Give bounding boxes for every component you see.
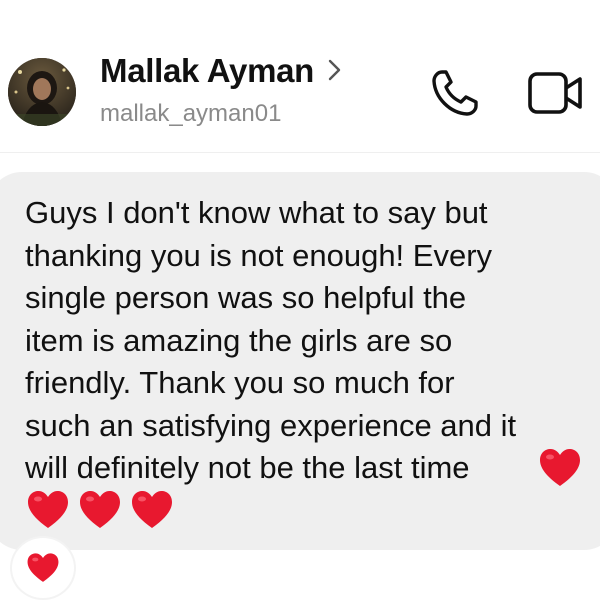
phone-icon [432, 70, 478, 116]
video-camera-icon [528, 72, 582, 114]
video-call-button[interactable] [526, 68, 586, 118]
red-heart-icon [130, 488, 174, 532]
chat-header: Mallak Ayman mallak_ayman01 [0, 0, 600, 153]
message-text: Guys I don't know what to say but thanki… [25, 195, 517, 485]
hearts-line [26, 488, 174, 532]
contact-username: mallak_ayman01 [100, 100, 282, 127]
message-reaction[interactable] [10, 536, 76, 600]
call-button[interactable] [428, 66, 482, 120]
red-heart-icon [27, 553, 59, 582]
dm-screen: Mallak Ayman mallak_ayman01 Guys I don't… [0, 0, 600, 600]
avatar-image [8, 58, 76, 126]
chevron-right-icon [328, 59, 342, 86]
contact-name: Mallak Ayman [100, 52, 315, 89]
avatar[interactable] [8, 58, 76, 126]
red-heart-icon [538, 446, 582, 490]
contact-profile-link[interactable]: Mallak Ayman [100, 52, 342, 90]
red-heart-icon [26, 488, 70, 532]
red-heart-icon [78, 488, 122, 532]
